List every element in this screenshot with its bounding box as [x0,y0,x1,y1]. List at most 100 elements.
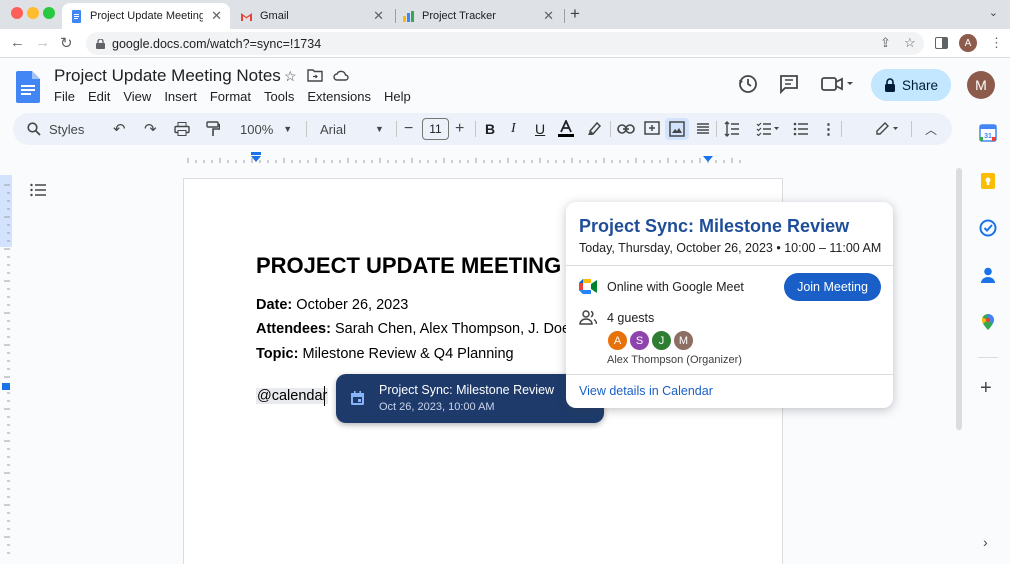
insert-image-icon[interactable] [669,121,685,137]
text-cursor [324,386,325,406]
underline-icon[interactable]: U [535,113,545,145]
font-size-field[interactable]: 11 [422,118,449,140]
insert-link-icon[interactable] [617,123,635,135]
menu-file[interactable]: File [54,89,75,104]
date-value: October 26, 2023 [292,297,409,313]
calendar-mention-text[interactable]: @calendar [256,388,329,404]
new-tab-button[interactable]: + [570,4,580,24]
menu-tools[interactable]: Tools [264,89,294,104]
topic-line[interactable]: Topic: Milestone Review & Q4 Planning [256,346,514,362]
menu-view[interactable]: View [123,89,151,104]
back-arrow-icon[interactable]: ← [10,34,25,51]
bulleted-list-icon[interactable] [793,122,809,136]
view-in-calendar-link[interactable]: View details in Calendar [579,384,713,398]
close-tab-icon[interactable]: ✕ [211,8,222,24]
browser-profile-avatar[interactable]: A [959,34,977,52]
tab-search-chevron-icon[interactable]: ⌄ [989,6,998,19]
hide-side-panel-chevron-icon[interactable]: › [983,534,988,550]
zoom-value: 100% [240,121,274,137]
move-folder-icon[interactable] [306,68,323,82]
paint-format-icon[interactable] [206,121,220,137]
more-options-icon[interactable]: ⋮ [821,113,836,145]
document-heading[interactable]: PROJECT UPDATE MEETING [256,253,561,279]
share-label: Share [901,77,939,93]
print-icon[interactable] [174,122,190,136]
styles-search[interactable]: Styles [27,113,84,145]
dropdown-arrow-icon: ▼ [375,124,384,134]
toolbar-divider [841,121,842,137]
calendar-app-icon[interactable]: 31 [979,124,997,142]
document-outline-icon[interactable] [30,183,46,197]
join-meeting-button[interactable]: Join Meeting [784,273,881,301]
menu-edit[interactable]: Edit [88,89,110,104]
share-page-icon[interactable]: ⇪ [880,35,891,51]
calendar-suggestion-chip[interactable]: Project Sync: Milestone Review Oct 26, 2… [336,374,604,423]
add-comment-icon[interactable] [644,121,660,137]
close-tab-icon[interactable]: ✕ [543,8,554,24]
decrease-font-size-icon[interactable]: − [404,113,413,145]
guest-avatar[interactable]: A [607,330,628,351]
line-spacing-icon[interactable] [724,121,740,137]
maps-app-icon[interactable] [979,313,997,331]
italic-icon[interactable]: I [511,113,516,145]
star-icon[interactable]: ☆ [284,68,297,85]
increase-font-size-icon[interactable]: + [455,113,464,145]
bookmark-star-icon[interactable]: ☆ [904,35,916,51]
zoom-select[interactable]: 100% ▼ [240,113,292,145]
comments-icon[interactable] [779,74,799,94]
docs-logo-icon[interactable] [16,71,40,103]
forward-arrow-icon[interactable]: → [35,34,50,51]
editing-mode-pencil-icon[interactable] [875,122,901,136]
align-icon[interactable] [696,122,710,136]
menu-extensions[interactable]: Extensions [307,89,371,104]
address-bar: ← → ↻ google.docs.com/watch?=sync=!1734 … [0,29,1010,58]
guests-icon [579,310,597,325]
reload-icon[interactable]: ↻ [60,34,73,52]
checklist-icon[interactable] [756,122,780,136]
contacts-app-icon[interactable] [979,266,997,284]
font-select[interactable]: Arial ▼ [320,113,384,145]
share-button[interactable]: Share [871,69,951,101]
close-window-button[interactable] [11,7,23,19]
attendees-label: Attendees: [256,321,331,337]
account-avatar[interactable]: M [967,71,995,99]
redo-icon[interactable]: ↷ [144,113,157,145]
guest-avatar[interactable]: S [629,330,650,351]
bold-icon[interactable]: B [485,113,495,145]
undo-icon[interactable]: ↶ [113,113,126,145]
cloud-saved-icon[interactable] [332,68,349,82]
keep-app-icon[interactable] [979,172,997,190]
tab-gmail[interactable]: Gmail ✕ [232,3,392,29]
collapse-menus-chevron-icon[interactable]: ︿ [925,113,937,145]
minimize-window-button[interactable] [27,7,39,19]
text-color-icon[interactable] [558,120,574,138]
tasks-app-icon[interactable] [979,219,997,237]
tab-docs[interactable]: Project Update Meeting No ✕ [62,3,230,29]
browser-menu-icon[interactable]: ⋮ [990,35,1003,51]
document-title[interactable]: Project Update Meeting Notes [54,66,281,86]
meet-call-icon[interactable] [821,74,857,94]
menu-insert[interactable]: Insert [164,89,197,104]
maximize-window-button[interactable] [43,7,55,19]
lock-icon [96,38,105,49]
document-scrollbar[interactable] [956,168,962,430]
url-field[interactable]: google.docs.com/watch?=sync=!1734 [86,32,924,55]
version-history-icon[interactable] [738,74,758,94]
guest-avatar[interactable]: J [651,330,672,351]
suggestion-title: Project Sync: Milestone Review [379,383,555,397]
tab-title: Project Tracker [422,10,496,22]
url-text: google.docs.com/watch?=sync=!1734 [112,36,322,51]
date-line[interactable]: Date: October 26, 2023 [256,297,408,313]
attendees-line[interactable]: Attendees: Sarah Chen, Alex Thompson, J.… [256,321,570,337]
vertical-ruler[interactable] [0,175,12,564]
horizontal-ruler[interactable] [183,152,783,164]
menu-format[interactable]: Format [210,89,251,104]
highlight-color-icon[interactable] [587,121,602,137]
guest-avatar[interactable]: M [673,330,694,351]
event-title[interactable]: Project Sync: Milestone Review [579,216,849,237]
menu-help[interactable]: Help [384,89,411,104]
side-panel-icon[interactable] [935,37,948,49]
get-add-ons-plus-icon[interactable]: + [980,378,992,398]
tab-project-tracker[interactable]: Project Tracker ✕ [394,3,562,29]
close-tab-icon[interactable]: ✕ [373,8,384,24]
